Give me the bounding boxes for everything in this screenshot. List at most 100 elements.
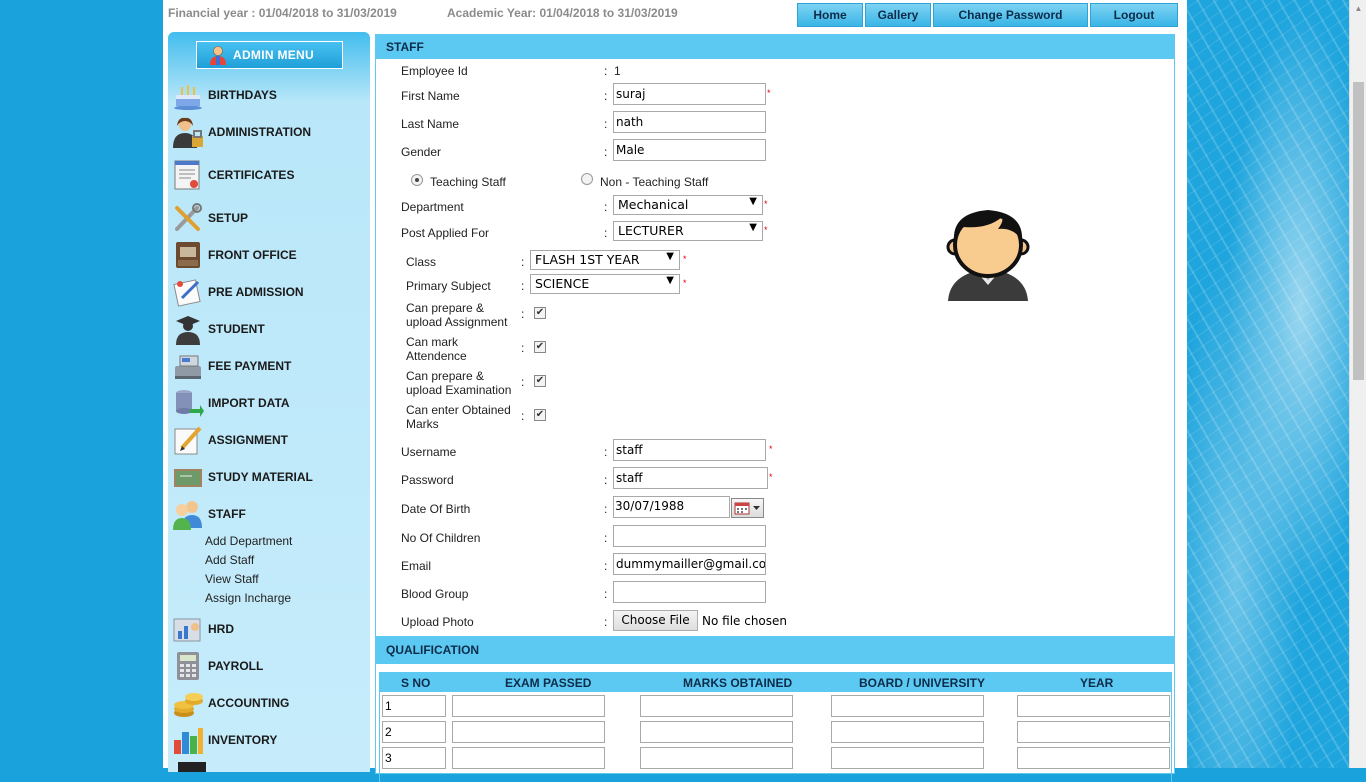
sidebar-item-assignment[interactable]: ASSIGNMENT: [172, 423, 370, 457]
colon: :: [604, 200, 608, 214]
sidebar-item-certificates[interactable]: CERTIFICATES: [172, 158, 370, 192]
colon: :: [521, 255, 525, 269]
board-university-input[interactable]: [831, 721, 984, 743]
year-input[interactable]: [1017, 695, 1170, 717]
teaching-staff-radio[interactable]: [411, 174, 423, 186]
scroll-thumb[interactable]: [1353, 82, 1364, 380]
qualification-section-title: QUALIFICATION: [376, 636, 1174, 664]
gender-field[interactable]: Male: [613, 139, 766, 161]
sidebar-item-label: STAFF: [208, 507, 246, 521]
sidebar-item-pre-admission[interactable]: PRE ADMISSION: [172, 275, 370, 309]
submenu-assign-incharge[interactable]: Assign Incharge: [205, 591, 291, 605]
permission-attendance-checkbox[interactable]: ✔: [534, 341, 546, 353]
non-teaching-staff-label: Non - Teaching Staff: [600, 175, 709, 189]
year-input[interactable]: [1017, 747, 1170, 769]
username-field[interactable]: staff: [613, 439, 766, 461]
sidebar-item-setup[interactable]: SETUP: [172, 201, 370, 235]
sno-cell[interactable]: 2: [382, 721, 446, 743]
dropdown-arrow-icon: ▼: [666, 275, 674, 286]
sidebar-item-payroll[interactable]: PAYROLL: [172, 649, 370, 683]
submenu-add-staff[interactable]: Add Staff: [205, 553, 254, 567]
nav-change-password-button[interactable]: Change Password: [933, 3, 1088, 27]
sidebar-item-label: FRONT OFFICE: [208, 248, 297, 262]
required-mark: *: [767, 88, 771, 98]
marks-obtained-input[interactable]: [640, 747, 793, 769]
admin-menu-button[interactable]: ADMIN MENU: [196, 41, 343, 69]
exam-passed-input[interactable]: [452, 721, 605, 743]
sidebar-item-staff[interactable]: STAFF: [172, 497, 370, 531]
scroll-up-arrow-icon[interactable]: ▲: [1350, 0, 1366, 17]
board-university-input[interactable]: [831, 747, 984, 769]
frost-background: [1187, 0, 1349, 768]
nav-gallery-button[interactable]: Gallery: [865, 3, 931, 27]
permission-assignment-checkbox[interactable]: ✔: [534, 307, 546, 319]
page-scrollbar[interactable]: ▲: [1349, 0, 1366, 768]
required-mark: *: [769, 472, 773, 482]
student-icon: [176, 316, 200, 345]
first-name-field[interactable]: suraj: [613, 83, 766, 105]
certificate-icon: [174, 160, 200, 190]
sidebar-item-birthdays[interactable]: BIRTHDAYS: [172, 78, 370, 112]
coins-icon: [174, 693, 203, 717]
sidebar-item-accounting[interactable]: ACCOUNTING: [172, 686, 370, 720]
blood-group-field[interactable]: [613, 581, 766, 603]
exam-passed-input[interactable]: [452, 695, 605, 717]
sidebar-item-import-data[interactable]: IMPORT DATA: [172, 386, 370, 420]
hrd-icon: [173, 618, 201, 642]
sno-cell[interactable]: 3: [382, 747, 446, 769]
username-label: Username: [401, 445, 457, 459]
sidebar-item-inventory[interactable]: INVENTORY: [172, 723, 370, 757]
teaching-staff-label: Teaching Staff: [430, 175, 506, 189]
dob-field[interactable]: 30/07/1988: [613, 496, 730, 518]
board-university-input[interactable]: [831, 695, 984, 717]
last-name-field[interactable]: nath: [613, 111, 766, 133]
calendar-picker-button[interactable]: [731, 498, 764, 518]
bar-chart-icon: [174, 728, 203, 754]
next-menu-icon: [178, 762, 206, 772]
sidebar-item-hrd[interactable]: HRD: [172, 612, 370, 646]
non-teaching-staff-radio[interactable]: [581, 173, 593, 185]
exam-passed-input[interactable]: [452, 747, 605, 769]
gender-label: Gender: [401, 145, 442, 159]
class-select[interactable]: FLASH 1ST YEAR ▼: [530, 250, 680, 270]
colon: :: [604, 226, 608, 240]
marks-obtained-input[interactable]: [640, 695, 793, 717]
column-header: YEAR: [1080, 676, 1114, 690]
sidebar-item-label: ASSIGNMENT: [208, 433, 289, 447]
class-label: Class: [406, 255, 437, 269]
sno-cell[interactable]: 1: [382, 695, 446, 717]
submenu-add-department[interactable]: Add Department: [205, 534, 292, 548]
staff-form-panel: STAFF Employee Id : 1 First Name : suraj…: [375, 34, 1175, 782]
marks-obtained-input[interactable]: [640, 721, 793, 743]
permission-attendance-line2: Attendence: [406, 349, 467, 363]
department-label: Department: [401, 200, 464, 214]
admin-user-icon: [173, 117, 203, 148]
column-header: S NO: [401, 676, 431, 690]
nav-home-button[interactable]: Home: [797, 3, 863, 27]
permission-marks-checkbox[interactable]: ✔: [534, 409, 546, 421]
children-field[interactable]: [613, 525, 766, 547]
email-field[interactable]: dummymailler@gmail.com: [613, 553, 766, 575]
submenu-view-staff[interactable]: View Staff: [205, 572, 259, 586]
department-select[interactable]: Mechanical ▼: [613, 195, 763, 215]
nav-logout-button[interactable]: Logout: [1090, 3, 1178, 27]
colon: :: [604, 445, 608, 459]
sidebar-item-fee-payment[interactable]: FEE PAYMENT: [172, 349, 370, 383]
required-mark: *: [683, 254, 687, 264]
sidebar-item-administration[interactable]: ADMINISTRATION: [172, 115, 370, 149]
choose-file-button[interactable]: Choose File: [613, 610, 698, 631]
password-field[interactable]: staff: [613, 467, 768, 489]
calendar-icon: [734, 502, 760, 515]
dropdown-arrow-icon: ▼: [749, 222, 757, 233]
sidebar-item-study-material[interactable]: STUDY MATERIAL: [172, 460, 370, 494]
last-name-label: Last Name: [401, 117, 460, 131]
permission-marks-line1: Can enter Obtained: [406, 403, 511, 417]
sidebar-item-label: PAYROLL: [208, 659, 264, 673]
sidebar-item-student[interactable]: STUDENT: [172, 312, 370, 346]
sidebar-item-front-office[interactable]: FRONT OFFICE: [172, 238, 370, 272]
primary-subject-select[interactable]: SCIENCE ▼: [530, 274, 680, 294]
year-input[interactable]: [1017, 721, 1170, 743]
permission-examination-checkbox[interactable]: ✔: [534, 375, 546, 387]
post-select[interactable]: LECTURER ▼: [613, 221, 763, 241]
column-header: MARKS OBTAINED: [683, 676, 793, 690]
